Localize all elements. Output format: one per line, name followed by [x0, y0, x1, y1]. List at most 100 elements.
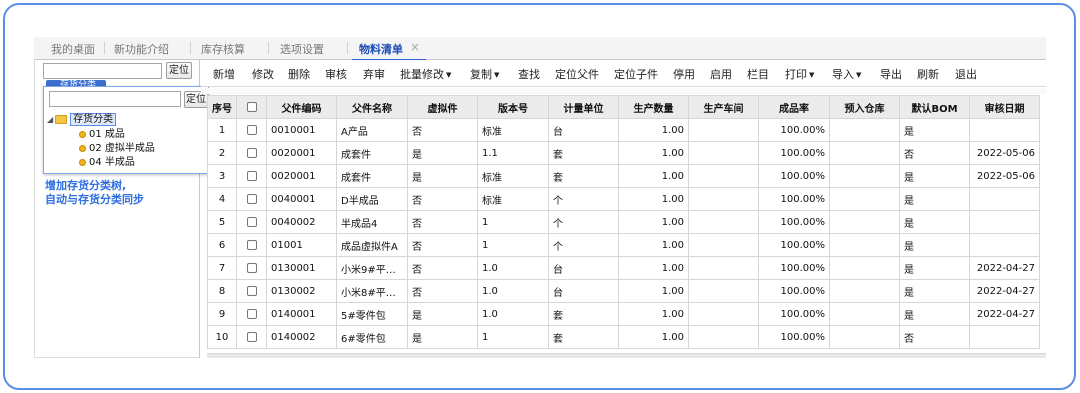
cell-name: 小米8#平… — [336, 279, 408, 303]
row-checkbox-cell[interactable] — [236, 279, 267, 303]
cell-code: 0130002 — [266, 279, 337, 303]
feature-annotation: 增加存货分类树, 自动与存货分类同步 — [45, 179, 144, 207]
cell-name: 半成品4 — [336, 210, 408, 234]
print-button[interactable]: 打印 ▼ — [785, 66, 814, 82]
cell-name: 成套件 — [336, 164, 408, 188]
column-header[interactable]: 计量单位 — [548, 95, 619, 119]
table-row[interactable]: 1 0010001 A产品否标准台 1.00 100.00% 是 — [207, 118, 1040, 142]
find-button[interactable]: 查找 — [518, 66, 540, 82]
row-checkbox-cell[interactable] — [236, 325, 267, 349]
cell-warehouse — [829, 279, 900, 303]
cell-audit-date — [969, 325, 1040, 349]
edit-button[interactable]: 修改 — [252, 66, 274, 82]
select-all-checkbox-header[interactable] — [236, 95, 267, 119]
tab-inventory-accounting[interactable]: 库存核算 — [201, 41, 245, 57]
exit-button[interactable]: 退出 — [955, 66, 977, 82]
row-checkbox-cell[interactable] — [236, 233, 267, 257]
tab-close-icon[interactable]: × — [410, 40, 420, 54]
cell-no: 8 — [207, 279, 237, 303]
column-header[interactable]: 生产车间 — [688, 95, 759, 119]
row-checkbox-cell[interactable] — [236, 256, 267, 280]
copy-button[interactable]: 复制 ▼ — [470, 66, 499, 82]
checkbox[interactable] — [246, 308, 257, 319]
tree-node-label[interactable]: 04 半成品 — [89, 157, 135, 168]
tab-my-desktop[interactable]: 我的桌面 — [51, 41, 95, 57]
checkbox[interactable] — [246, 216, 257, 227]
cell-version: 标准 — [477, 118, 549, 142]
tree-locate-button[interactable]: 定位 — [166, 62, 192, 79]
table-row[interactable]: 10 0140002 6#零件包是 1 套 1.00 100.00% 否 — [207, 325, 1040, 349]
tab-bom[interactable]: 物料清单 — [359, 41, 403, 57]
checkbox[interactable] — [246, 170, 257, 181]
checkbox[interactable] — [246, 193, 257, 204]
row-checkbox-cell[interactable] — [236, 164, 267, 188]
checkbox[interactable] — [246, 285, 257, 296]
tab-new-features[interactable]: 新功能介绍 — [114, 41, 169, 57]
export-button[interactable]: 导出 — [880, 66, 902, 82]
tab-options[interactable]: 选项设置 — [280, 41, 324, 57]
column-header[interactable]: 虚拟件 — [407, 95, 478, 119]
cell-code: 0040002 — [266, 210, 337, 234]
batch-edit-button[interactable]: 批量修改 ▼ — [400, 66, 451, 82]
approve-button[interactable]: 审核 — [325, 66, 347, 82]
cell-audit-date: 2022-05-06 — [969, 141, 1040, 165]
column-header[interactable]: 序号 — [207, 95, 237, 119]
cell-warehouse — [829, 118, 900, 142]
add-button[interactable]: 新增 — [213, 66, 235, 82]
column-header[interactable]: 版本号 — [477, 95, 549, 119]
cell-code: 0130001 — [266, 256, 337, 280]
column-header[interactable]: 成品率 — [758, 95, 830, 119]
unapprove-button[interactable]: 弃审 — [363, 66, 385, 82]
column-header[interactable]: 审核日期 — [969, 95, 1040, 119]
table-row[interactable]: 9 0140001 5#零件包是 1.0 套 1.00 100.00% 是 2022-04-27 — [207, 302, 1040, 326]
checkbox[interactable] — [246, 239, 257, 250]
checkbox[interactable] — [246, 101, 257, 112]
column-header[interactable]: 父件名称 — [336, 95, 408, 119]
column-header[interactable]: 预入仓库 — [829, 95, 900, 119]
row-checkbox-cell[interactable] — [236, 118, 267, 142]
horizontal-scrollbar[interactable] — [207, 353, 1046, 358]
locate-child-button[interactable]: 定位子件 — [614, 66, 658, 82]
columns-button[interactable]: 栏目 — [747, 66, 769, 82]
tab-divider — [347, 42, 348, 54]
cell-workshop — [688, 325, 759, 349]
checkbox[interactable] — [246, 331, 257, 342]
column-header[interactable]: 父件编码 — [266, 95, 337, 119]
checkbox[interactable] — [246, 124, 257, 135]
cell-qty: 1.00 — [618, 118, 689, 142]
table-row[interactable]: 5 0040002 半成品4 否 1 个 1.00 100.00% 是 — [207, 210, 1040, 234]
tree-node-item[interactable]: 01 成品 — [79, 125, 125, 140]
cell-default-bom: 是 — [899, 233, 970, 257]
checkbox[interactable] — [246, 262, 257, 273]
table-row[interactable]: 7 0130001 小米9#平… 否 1.0 台 1.00 100.00% 是 2022-04-2… — [207, 256, 1040, 280]
row-checkbox-cell[interactable] — [236, 210, 267, 234]
locate-parent-button[interactable]: 定位父件 — [555, 66, 599, 82]
row-checkbox-cell[interactable] — [236, 302, 267, 326]
row-checkbox-cell[interactable] — [236, 141, 267, 165]
cell-code: 0020001 — [266, 141, 337, 165]
tree-node-item[interactable]: 02 虚拟半成品 — [79, 139, 155, 154]
delete-button[interactable]: 删除 — [288, 66, 310, 82]
batch-edit-label: 批量修改 — [400, 68, 444, 81]
collapse-triangle-icon[interactable]: ◢ — [47, 115, 53, 124]
tree-node-item[interactable]: 04 半成品 — [79, 153, 135, 168]
column-header[interactable]: 生产数量 — [618, 95, 689, 119]
table-row[interactable]: 6 01001 成品虚拟件A 否 1 个 1.00 100.00% 是 — [207, 233, 1040, 257]
table-row[interactable]: 2 0020001 成套件是 1.1 套 1.00 100.00% 否 2022-05-06 — [207, 141, 1040, 165]
checkbox[interactable] — [246, 147, 257, 158]
cell-default-bom: 否 — [899, 325, 970, 349]
tree-node-root[interactable]: ◢ 存货分类 — [47, 110, 117, 126]
refresh-button[interactable]: 刷新 — [917, 66, 939, 82]
table-row[interactable]: 4 0040001 D半成品否标准个 1.00 100.00% 是 — [207, 187, 1040, 211]
import-button[interactable]: 导入 ▼ — [832, 66, 861, 82]
tab-divider — [104, 42, 105, 54]
table-row[interactable]: 8 0130002 小米8#平… 否 1.0 台 1.00 100.00% 是 2022-04-2… — [207, 279, 1040, 303]
popup-search-input[interactable] — [49, 91, 181, 107]
enable-button[interactable]: 启用 — [710, 66, 732, 82]
tree-search-input[interactable] — [43, 63, 162, 79]
disable-button[interactable]: 停用 — [673, 66, 695, 82]
row-checkbox-cell[interactable] — [236, 187, 267, 211]
column-header[interactable]: 默认BOM — [899, 95, 970, 119]
leaf-node-icon — [79, 130, 86, 138]
table-row[interactable]: 3 0020001 成套件是标准套 1.00 100.00% 是 2022-05-06 — [207, 164, 1040, 188]
